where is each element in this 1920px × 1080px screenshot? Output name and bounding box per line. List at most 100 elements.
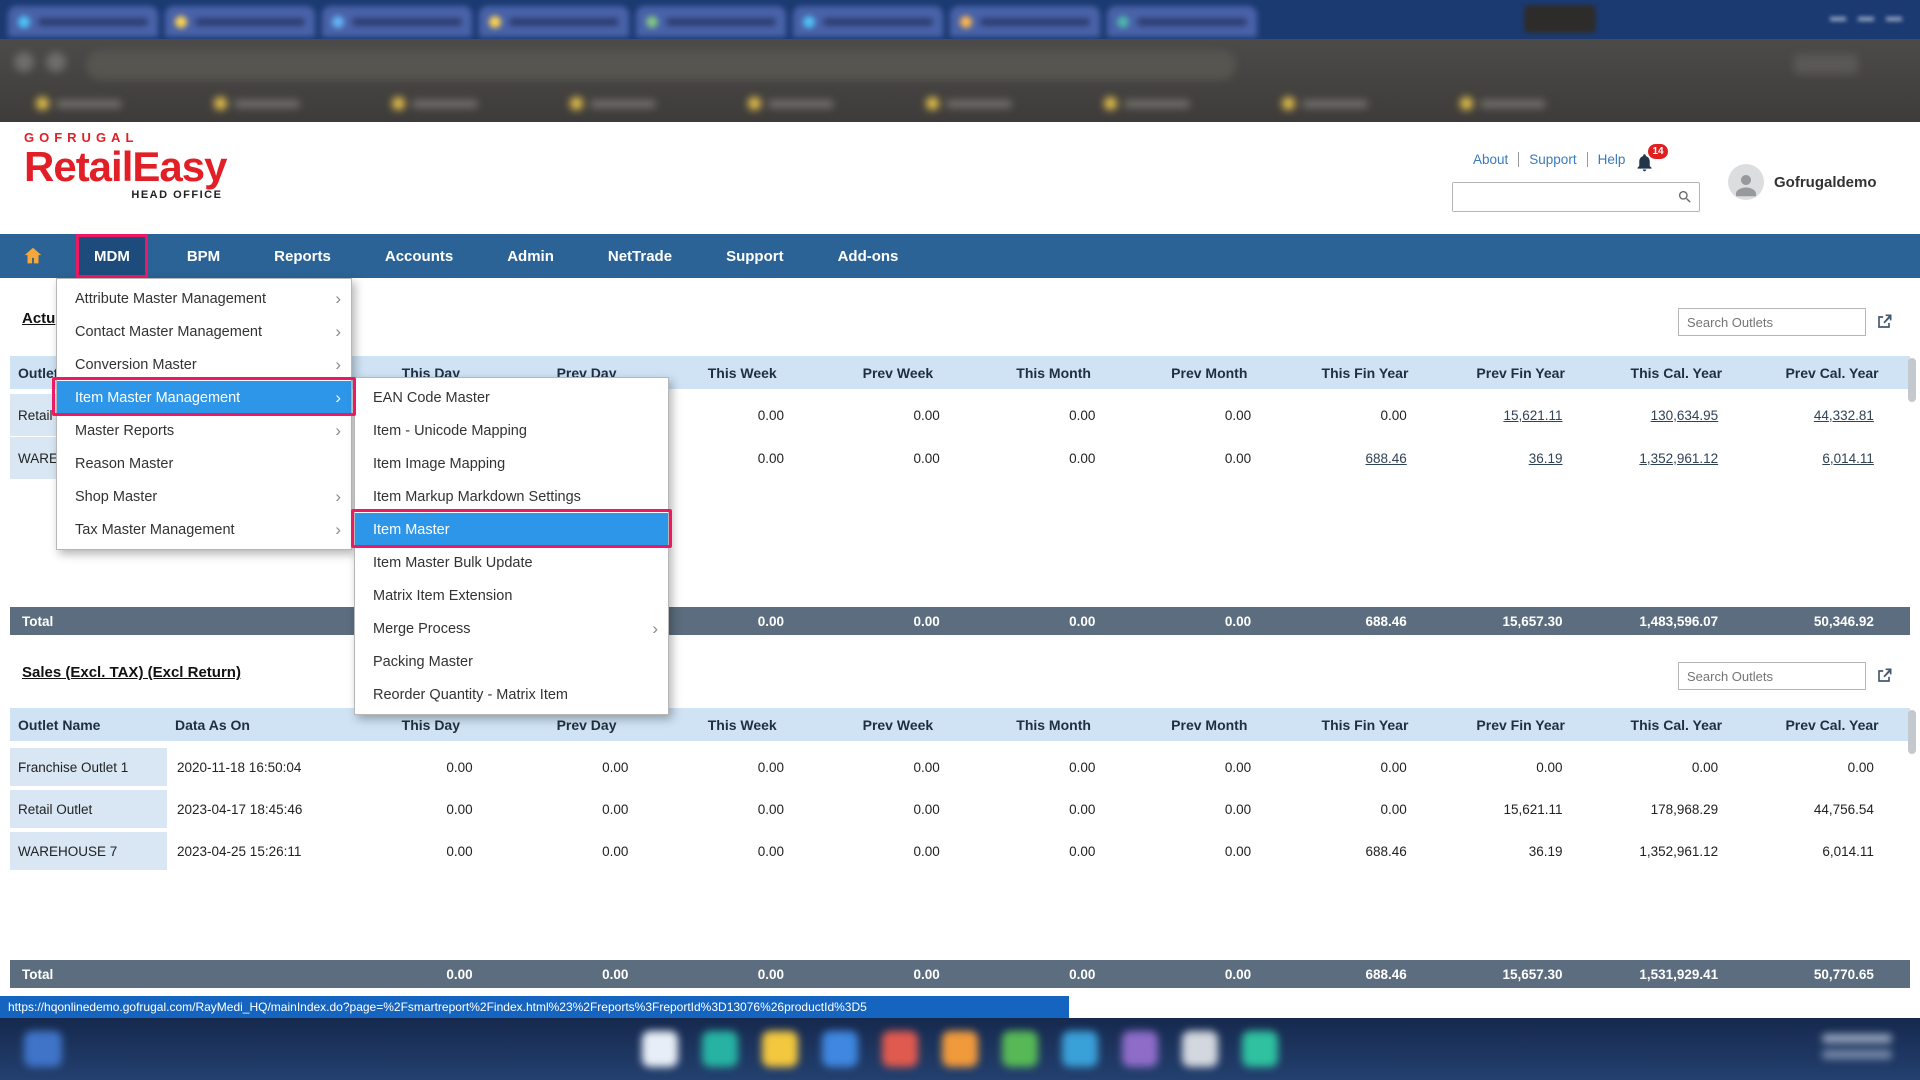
browser-tab[interactable] bbox=[8, 6, 158, 37]
taskbar-icon[interactable] bbox=[822, 1031, 858, 1067]
submenu-item[interactable]: Matrix Item Extension bbox=[355, 579, 668, 612]
value-cell: 0.00 bbox=[820, 790, 976, 828]
browser-tab[interactable] bbox=[1107, 6, 1257, 37]
submenu-item[interactable]: Item Image Mapping bbox=[355, 447, 668, 480]
taskbar-icon[interactable] bbox=[1182, 1031, 1218, 1067]
nav-item[interactable]: BPM bbox=[172, 234, 235, 278]
bookmark-icon[interactable] bbox=[748, 97, 761, 110]
nav-item[interactable]: NetTrade bbox=[593, 234, 687, 278]
menu-item-label: Reason Master bbox=[75, 456, 341, 472]
bookmark-label-blob bbox=[1480, 100, 1546, 108]
window-maximize-icon[interactable] bbox=[1858, 17, 1874, 21]
value-cell[interactable]: 6,014.11 bbox=[1754, 437, 1910, 479]
menu-item[interactable]: Shop Master › bbox=[57, 480, 351, 513]
nav-item-label: Admin bbox=[507, 248, 554, 265]
open-in-new-icon[interactable] bbox=[1874, 312, 1894, 332]
header-links: AboutSupportHelp bbox=[1463, 152, 1635, 167]
submenu-item[interactable]: Merge Process › bbox=[355, 612, 668, 645]
value-cell[interactable]: 36.19 bbox=[1443, 437, 1599, 479]
notifications-button[interactable]: 14 bbox=[1634, 146, 1674, 180]
menu-item[interactable]: Attribute Master Management › bbox=[57, 282, 351, 315]
submenu-arrow-icon: › bbox=[335, 356, 341, 373]
global-search-input[interactable] bbox=[1453, 183, 1671, 211]
value-cell: 0.00 bbox=[1599, 748, 1755, 786]
menu-item-label: Contact Master Management bbox=[75, 324, 335, 340]
column-header: Prev Month bbox=[1131, 356, 1287, 389]
value-cell[interactable]: 44,332.81 bbox=[1754, 394, 1910, 436]
taskbar-icon[interactable] bbox=[1242, 1031, 1278, 1067]
nav-item[interactable]: Reports bbox=[259, 234, 346, 278]
header-link[interactable]: About bbox=[1463, 152, 1518, 167]
submenu-item[interactable]: Item Markup Markdown Settings bbox=[355, 480, 668, 513]
submenu-item[interactable]: Item - Unicode Mapping bbox=[355, 414, 668, 447]
value-cell[interactable]: 130,634.95 bbox=[1599, 394, 1755, 436]
bookmark-icon[interactable] bbox=[570, 97, 583, 110]
column-header: Prev Fin Year bbox=[1443, 708, 1599, 741]
taskbar-icon[interactable] bbox=[702, 1031, 738, 1067]
menu-item[interactable]: Conversion Master › bbox=[57, 348, 351, 381]
value-cell[interactable]: 1,352,961.12 bbox=[1599, 437, 1755, 479]
bookmark-icon[interactable] bbox=[1104, 97, 1117, 110]
value-cell: 0.00 bbox=[509, 832, 665, 870]
taskbar-icons bbox=[0, 1031, 1920, 1067]
bookmark-icon[interactable] bbox=[36, 97, 49, 110]
home-button[interactable] bbox=[14, 234, 52, 278]
submenu-item-label: Item Image Mapping bbox=[373, 456, 658, 472]
value-cell: 0.00 bbox=[820, 394, 976, 436]
nav-item[interactable]: Admin bbox=[492, 234, 569, 278]
window-minimize-icon[interactable] bbox=[1830, 17, 1846, 21]
bookmark-icon[interactable] bbox=[926, 97, 939, 110]
browser-tab[interactable] bbox=[793, 6, 943, 37]
taskbar-icon[interactable] bbox=[1122, 1031, 1158, 1067]
taskbar-icon[interactable] bbox=[1062, 1031, 1098, 1067]
browser-tab[interactable] bbox=[165, 6, 315, 37]
submenu-item[interactable]: Item Master Bulk Update bbox=[355, 546, 668, 579]
browser-tabs bbox=[0, 0, 1920, 39]
value-cell[interactable]: 15,621.11 bbox=[1443, 394, 1599, 436]
bookmark-icon[interactable] bbox=[214, 97, 227, 110]
search-icon[interactable] bbox=[1671, 189, 1699, 205]
taskbar-icon[interactable] bbox=[762, 1031, 798, 1067]
browser-tab[interactable] bbox=[950, 6, 1100, 37]
taskbar-icon[interactable] bbox=[882, 1031, 918, 1067]
nav-item[interactable]: MDM bbox=[76, 234, 148, 278]
taskbar-icon[interactable] bbox=[1002, 1031, 1038, 1067]
outlets-search-input-2[interactable] bbox=[1679, 663, 1865, 689]
menu-item[interactable]: Contact Master Management › bbox=[57, 315, 351, 348]
browser-tab[interactable] bbox=[479, 6, 629, 37]
total-value-cell: 1,483,596.07 bbox=[1599, 607, 1755, 635]
submenu-item[interactable]: EAN Code Master bbox=[355, 381, 668, 414]
menu-item[interactable]: Master Reports › bbox=[57, 414, 351, 447]
value-cell[interactable]: 688.46 bbox=[1287, 437, 1443, 479]
menu-item[interactable]: Reason Master bbox=[57, 447, 351, 480]
tab-title-blob bbox=[980, 18, 1090, 26]
taskbar-icon[interactable] bbox=[642, 1031, 678, 1067]
open-in-new-icon[interactable] bbox=[1874, 666, 1894, 686]
submenu-item[interactable]: Item Master bbox=[355, 513, 668, 546]
header-link[interactable]: Help bbox=[1587, 152, 1636, 167]
total-value-cell: 0.00 bbox=[664, 960, 820, 988]
browser-tab[interactable] bbox=[636, 6, 786, 37]
nav-item[interactable]: Add-ons bbox=[823, 234, 914, 278]
bookmark-icon[interactable] bbox=[1282, 97, 1295, 110]
header-link[interactable]: Support bbox=[1518, 152, 1586, 167]
user-menu[interactable]: Gofrugaldemo bbox=[1728, 164, 1877, 200]
browser-tab[interactable] bbox=[322, 6, 472, 37]
scrollbar[interactable] bbox=[1908, 358, 1916, 402]
submenu-item[interactable]: Packing Master bbox=[355, 645, 668, 678]
window-close-icon[interactable] bbox=[1886, 17, 1902, 21]
taskbar-icon[interactable] bbox=[942, 1031, 978, 1067]
menu-item-label: Conversion Master bbox=[75, 357, 335, 373]
tab-title-blob bbox=[666, 18, 776, 26]
bookmark-icon[interactable] bbox=[1460, 97, 1473, 110]
scrollbar[interactable] bbox=[1908, 710, 1916, 754]
menu-item[interactable]: Tax Master Management › bbox=[57, 513, 351, 546]
bookmark-icon[interactable] bbox=[392, 97, 405, 110]
outlets-search-input-1[interactable] bbox=[1679, 309, 1865, 335]
nav-item[interactable]: Support bbox=[711, 234, 799, 278]
nav-item[interactable]: Accounts bbox=[370, 234, 468, 278]
submenu-item[interactable]: Reorder Quantity - Matrix Item bbox=[355, 678, 668, 711]
data-as-on-cell: 2023-04-17 18:45:46 bbox=[167, 790, 353, 828]
menu-item[interactable]: Item Master Management › bbox=[57, 381, 351, 414]
bookmark-label-blob bbox=[946, 100, 1012, 108]
